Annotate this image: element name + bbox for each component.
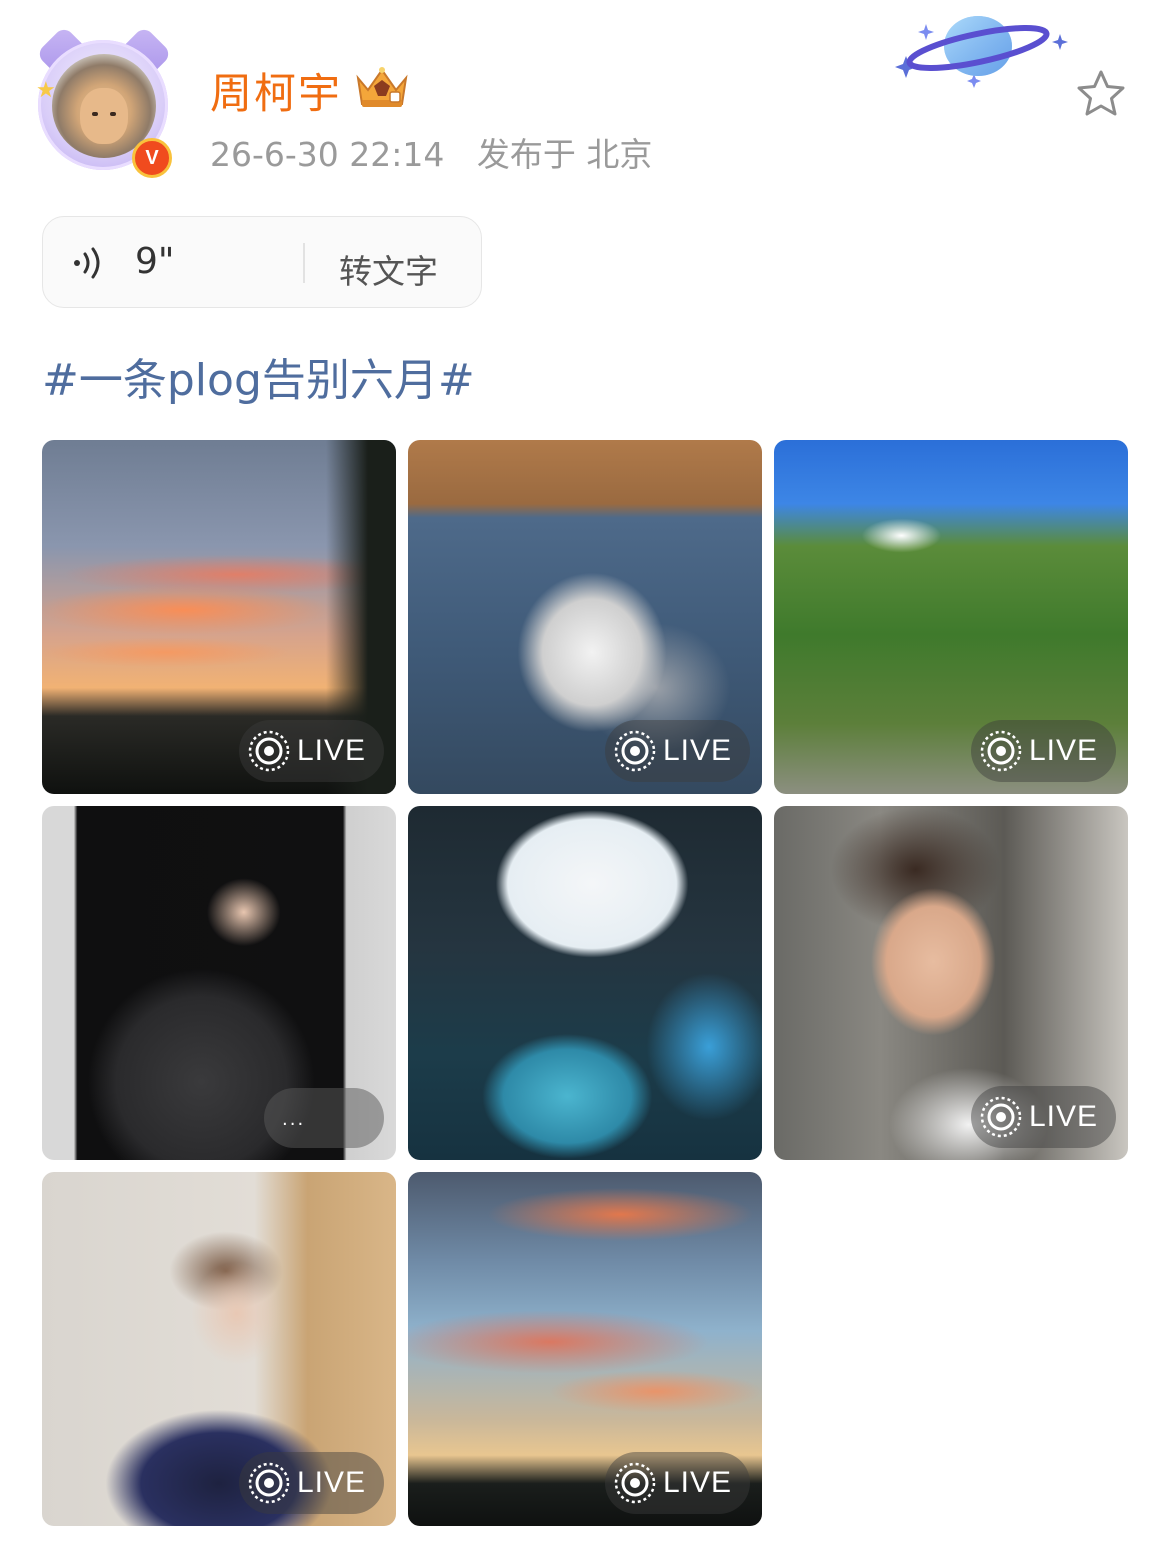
topic-hashtag-link[interactable]: #一条plog告别六月# <box>42 344 475 408</box>
post-location: 发布于 北京 <box>476 135 653 174</box>
live-photo-icon <box>248 730 290 772</box>
voice-message[interactable]: 9" 转文字 <box>42 216 482 308</box>
live-photo-badge: LIVE <box>970 1086 1116 1148</box>
live-label: LIVE <box>296 1466 366 1499</box>
live-label: LIVE <box>1028 734 1098 767</box>
live-photo-icon <box>614 1462 656 1504</box>
photo-tile[interactable]: LIVE <box>42 440 396 794</box>
loading-badge: ··· <box>264 1088 384 1148</box>
favorite-star-icon[interactable] <box>1074 68 1128 120</box>
photo-tile[interactable]: LIVE <box>42 1172 396 1526</box>
voice-duration: 9" <box>135 241 175 282</box>
author-name[interactable]: 周柯宇 <box>210 60 342 121</box>
live-photo-icon <box>980 730 1022 772</box>
post-timestamp: 26-6-30 22:14 <box>210 135 445 174</box>
live-photo-badge: LIVE <box>970 720 1116 782</box>
live-photo-icon <box>248 1462 290 1504</box>
live-photo-icon <box>980 1096 1022 1138</box>
divider <box>303 243 305 283</box>
photo-tile[interactable] <box>408 806 762 1160</box>
crown-icon[interactable] <box>352 64 412 110</box>
transcribe-button[interactable]: 转文字 <box>339 245 438 293</box>
photo-tile[interactable]: LIVE <box>408 440 762 794</box>
photo-tile[interactable]: ··· <box>42 806 396 1160</box>
post-meta: 26-6-30 22:14 发布于 北京 <box>210 128 652 176</box>
live-photo-badge: LIVE <box>238 720 384 782</box>
live-photo-badge: LIVE <box>604 1452 750 1514</box>
planet-icon <box>895 16 1068 88</box>
live-label: LIVE <box>662 1466 732 1499</box>
live-label: LIVE <box>296 734 366 767</box>
v-badge-icon: V <box>132 138 172 178</box>
live-label: LIVE <box>1028 1100 1098 1133</box>
photo-tile[interactable]: LIVE <box>408 1172 762 1526</box>
photo-tile[interactable]: LIVE <box>774 806 1128 1160</box>
photo-tile[interactable]: LIVE <box>774 440 1128 794</box>
voice-wave-icon <box>74 247 100 279</box>
live-label: LIVE <box>662 734 732 767</box>
loading-dots-icon: ··· <box>282 1114 306 1135</box>
star-decoration-icon: ★ <box>36 78 56 103</box>
live-photo-badge: LIVE <box>238 1452 384 1514</box>
live-photo-icon <box>614 730 656 772</box>
live-photo-badge: LIVE <box>604 720 750 782</box>
avatar[interactable]: ★ V <box>34 25 174 178</box>
